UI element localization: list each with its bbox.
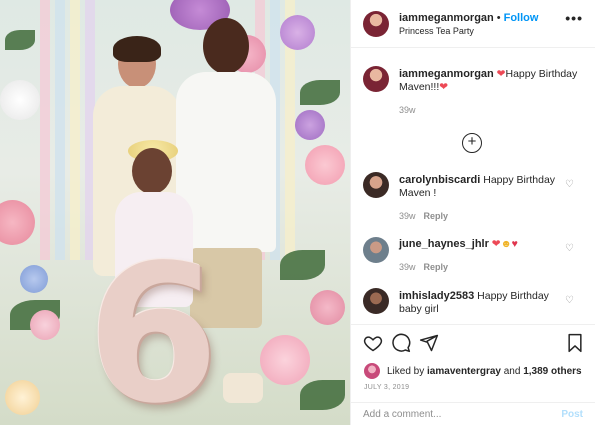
avatar[interactable] [363,11,389,37]
ribbon-decoration [40,0,50,260]
flower-decoration [295,110,325,140]
header-username[interactable]: iammeganmorgan [399,12,494,24]
reply-button[interactable]: Reply [424,211,449,221]
likes-and: and [503,366,521,377]
post-comment-button[interactable]: Post [561,409,583,420]
post-sidebar: iammeganmorgan • Follow Princess Tea Party… [350,0,595,425]
comment-icon[interactable] [391,333,411,353]
header-user-row: iammeganmorgan • Follow [399,12,538,24]
header-separator: • [496,12,501,24]
comment: june_haynes_jhlr ❤☻♥ [399,238,564,251]
heart-icon[interactable]: ♡ [565,296,575,306]
avatar[interactable] [363,237,389,263]
comment: imhislady2583 Happy Birthday baby girl [399,290,559,316]
comment-input[interactable] [363,409,543,420]
flower-decoration [5,380,40,415]
leaf-decoration [280,250,325,280]
more-horizontal-icon[interactable]: ••• [565,10,583,26]
comment-time[interactable]: 39w [399,262,416,272]
leaf-decoration [300,80,340,105]
flower-decoration [280,15,315,50]
likes-prefix: Liked by [387,366,425,377]
avatar[interactable] [363,172,389,198]
post-header: iammeganmorgan • Follow Princess Tea Party… [351,0,595,48]
heart-icon[interactable] [363,333,383,353]
comment: carolynbiscardi Happy Birthday Maven ! [399,174,559,200]
comment-time[interactable]: 39w [399,211,416,221]
likes-user[interactable]: iamaventergray [427,366,501,377]
ribbon-decoration [70,0,80,260]
avatar[interactable] [363,66,389,92]
leaf-decoration [300,380,345,410]
caption-time[interactable]: 39w [399,105,416,115]
likes-summary[interactable]: Liked by iamaventergray and 1,389 others [387,366,582,377]
comments-list: iammeganmorgan ❤Happy Birthday Maven!!!❤… [351,48,595,324]
caption: iammeganmorgan ❤Happy Birthday Maven!!!❤ [399,68,579,94]
comment-username[interactable]: carolynbiscardi [399,174,480,186]
heart-icon[interactable]: ♡ [565,180,575,190]
comment-username[interactable]: june_haynes_jhlr [399,238,489,250]
flower-decoration [30,310,60,340]
flower-decoration [305,145,345,185]
ribbon-decoration [55,0,65,260]
avatar[interactable] [364,363,380,379]
comment-meta: 39w Reply [399,211,448,221]
flower-decoration [0,200,35,245]
emoji-reactions-icon: ❤☻♥ [491,238,518,250]
post-photo[interactable]: 6 [0,0,350,425]
heart-emoji-icon: ❤ [439,81,449,93]
flower-decoration [310,290,345,325]
avatar[interactable] [363,288,389,314]
post-date[interactable]: JULY 3, 2019 [364,384,409,391]
follow-button[interactable]: Follow [504,12,539,24]
heart-icon[interactable]: ♡ [565,244,575,254]
likes-others[interactable]: 1,389 others [523,366,581,377]
flower-decoration [20,265,48,293]
number-six-balloon: 6 [86,224,220,425]
leaf-decoration [5,30,35,50]
reply-button[interactable]: Reply [424,262,449,272]
plus-circle-icon[interactable]: + [462,133,482,153]
comment-username[interactable]: imhislady2583 [399,290,474,302]
flower-decoration [0,80,40,120]
caption-username[interactable]: iammeganmorgan [399,68,494,80]
add-comment-bar: Post [351,402,595,425]
bookmark-icon[interactable] [565,333,585,353]
paper-plane-icon[interactable] [419,333,439,353]
post-location[interactable]: Princess Tea Party [399,26,474,36]
post-actions: Liked by iamaventergray and 1,389 others… [351,324,595,424]
comment-meta: 39w Reply [399,262,448,272]
